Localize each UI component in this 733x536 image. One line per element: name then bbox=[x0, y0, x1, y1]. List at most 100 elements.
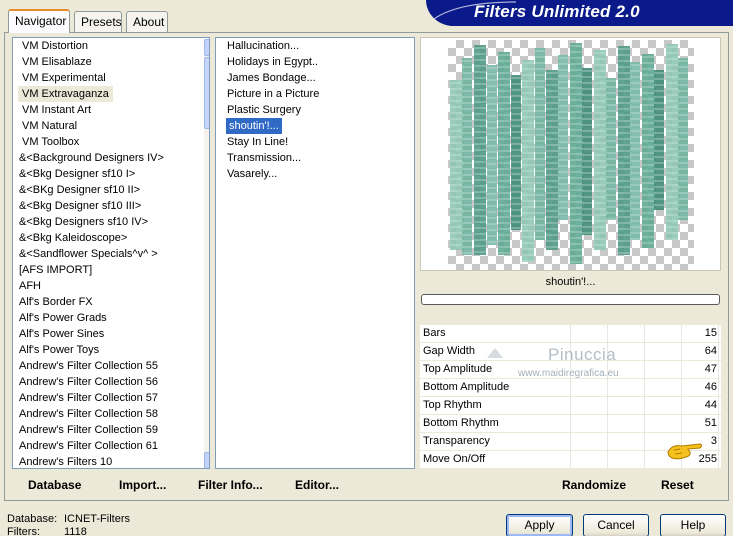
category-item[interactable]: VM Elisablaze bbox=[18, 54, 164, 70]
filter-item[interactable]: shoutin'!... bbox=[226, 118, 282, 134]
progress-bar bbox=[421, 294, 720, 305]
tab-about[interactable]: About bbox=[126, 11, 168, 32]
preview-bar bbox=[558, 55, 568, 220]
param-label: Top Rhythm bbox=[423, 399, 482, 411]
preview-bar bbox=[498, 52, 510, 255]
filters-count-label: Filters: bbox=[7, 526, 40, 536]
filter-item[interactable]: James Bondage... bbox=[226, 70, 319, 86]
pointing-hand-icon bbox=[667, 443, 702, 460]
category-item[interactable]: &<BKg Designer sf10 II> bbox=[18, 182, 164, 198]
category-item[interactable]: VM Instant Art bbox=[18, 102, 164, 118]
param-row[interactable]: Bottom Amplitude 46 bbox=[420, 379, 721, 397]
param-row[interactable]: Bottom Rhythm 51 bbox=[420, 415, 721, 433]
filter-list[interactable]: Hallucination... Holidays in Egypt.. James… bbox=[215, 37, 415, 469]
title-banner: Filters Unlimited 2.0 bbox=[426, 0, 733, 26]
param-value: 3 bbox=[710, 435, 717, 447]
preview-bar bbox=[522, 60, 534, 262]
category-item[interactable]: Alf's Power Sines bbox=[18, 326, 164, 342]
preview-pane bbox=[420, 37, 721, 271]
preview-filter-name: shoutin'!... bbox=[420, 272, 721, 292]
filter-item[interactable]: Transmission... bbox=[226, 150, 319, 166]
scrollbar-thumb[interactable] bbox=[204, 57, 209, 129]
import-button[interactable]: Import... bbox=[119, 477, 166, 493]
filter-item[interactable]: Holidays in Egypt.. bbox=[226, 54, 319, 70]
category-item[interactable]: &<Sandflower Specials^v^ > bbox=[18, 246, 164, 262]
category-item[interactable]: &<Bkg Designers sf10 IV> bbox=[18, 214, 164, 230]
apply-button[interactable]: Apply bbox=[506, 514, 573, 536]
param-slider-track[interactable] bbox=[570, 415, 720, 433]
preview-bar bbox=[535, 48, 545, 240]
tab-presets[interactable]: Presets bbox=[74, 11, 122, 32]
param-value: 47 bbox=[704, 363, 717, 375]
category-list[interactable]: VM Distortion VM Elisablaze VM Experimenta… bbox=[12, 37, 210, 469]
param-row[interactable]: Bars 15 bbox=[420, 325, 721, 343]
preview-bar bbox=[582, 68, 592, 235]
filter-item[interactable]: Stay In Line! bbox=[226, 134, 319, 150]
reset-button[interactable]: Reset bbox=[661, 477, 694, 493]
category-item[interactable]: &<Bkg Designer sf10 I> bbox=[18, 166, 164, 182]
database-value: ICNET-Filters bbox=[64, 513, 130, 525]
param-value: 46 bbox=[704, 381, 717, 393]
randomize-button[interactable]: Randomize bbox=[562, 477, 626, 493]
param-label: Bottom Amplitude bbox=[423, 381, 510, 393]
category-item[interactable]: Andrew's Filter Collection 57 bbox=[18, 390, 164, 406]
category-item[interactable]: Andrew's Filter Collection 61 bbox=[18, 438, 164, 454]
category-item[interactable]: &<Bkg Kaleidoscope> bbox=[18, 230, 164, 246]
param-label: Top Amplitude bbox=[423, 363, 493, 375]
filter-item[interactable]: Hallucination... bbox=[226, 38, 319, 54]
category-item[interactable]: AFH bbox=[18, 278, 164, 294]
category-items: VM Distortion VM Elisablaze VM Experimenta… bbox=[18, 38, 164, 468]
param-label: Gap Width bbox=[423, 345, 475, 357]
filters-count-value: 1118 bbox=[64, 526, 87, 536]
watermark-name: Pinuccia bbox=[548, 345, 617, 364]
param-slider-track[interactable] bbox=[570, 397, 720, 415]
param-slider-track[interactable] bbox=[570, 325, 720, 343]
category-item[interactable]: Andrew's Filter Collection 55 bbox=[18, 358, 164, 374]
editor-button[interactable]: Editor... bbox=[295, 477, 339, 493]
category-item[interactable]: &<Bkg Designer sf10 III> bbox=[18, 198, 164, 214]
preview-bar bbox=[594, 50, 606, 250]
param-row[interactable]: Top Rhythm 44 bbox=[420, 397, 721, 415]
filter-item[interactable]: Picture in a Picture bbox=[226, 86, 319, 102]
param-label: Bars bbox=[423, 327, 446, 339]
category-item[interactable]: Alf's Power Toys bbox=[18, 342, 164, 358]
preview-bar bbox=[666, 44, 678, 240]
scroll-down-arrow-icon[interactable]: ▼ bbox=[204, 452, 209, 468]
category-item[interactable]: Andrew's Filter Collection 59 bbox=[18, 422, 164, 438]
database-button[interactable]: Database bbox=[28, 477, 81, 493]
category-item[interactable]: Andrew's Filter Collection 56 bbox=[18, 374, 164, 390]
param-value: 44 bbox=[704, 399, 717, 411]
filter-item[interactable]: Vasarely... bbox=[226, 166, 319, 182]
app-title: Filters Unlimited 2.0 bbox=[474, 2, 640, 21]
param-value: 64 bbox=[704, 345, 717, 357]
category-item[interactable]: VM Natural bbox=[18, 118, 164, 134]
tab-navigator[interactable]: Navigator bbox=[8, 9, 70, 33]
param-label: Move On/Off bbox=[423, 453, 486, 465]
category-item[interactable]: Andrew's Filter Collection 58 bbox=[18, 406, 164, 422]
category-item[interactable]: [AFS IMPORT] bbox=[18, 262, 164, 278]
category-scrollbar[interactable]: ▲ ▼ bbox=[204, 39, 209, 468]
cancel-button[interactable]: Cancel bbox=[583, 514, 649, 536]
preview-image bbox=[450, 43, 688, 264]
category-item[interactable]: &<Background Designers IV> bbox=[18, 150, 164, 166]
scroll-up-arrow-icon[interactable]: ▲ bbox=[204, 39, 209, 56]
param-label: Transparency bbox=[423, 435, 490, 447]
database-label: Database: bbox=[7, 513, 58, 525]
category-item[interactable]: Alf's Power Grads bbox=[18, 310, 164, 326]
filter-items: Hallucination... Holidays in Egypt.. James… bbox=[226, 38, 319, 182]
param-value: 51 bbox=[704, 417, 717, 429]
category-item[interactable]: Andrew's Filters 10 bbox=[18, 454, 164, 468]
preview-bar bbox=[511, 75, 521, 230]
param-slider-track[interactable] bbox=[570, 379, 720, 397]
filter-item[interactable]: Plastic Surgery bbox=[226, 102, 319, 118]
param-value: 15 bbox=[704, 327, 717, 339]
help-button[interactable]: Help bbox=[660, 514, 726, 536]
preview-bar bbox=[450, 80, 462, 250]
category-item[interactable]: Alf's Border FX bbox=[18, 294, 164, 310]
category-item[interactable]: VM Toolbox bbox=[18, 134, 164, 150]
category-item[interactable]: VM Extravaganza bbox=[18, 86, 113, 102]
watermark-triangle bbox=[487, 348, 503, 358]
filter-info-button[interactable]: Filter Info... bbox=[198, 477, 263, 493]
category-item[interactable]: VM Distortion bbox=[18, 38, 164, 54]
category-item[interactable]: VM Experimental bbox=[18, 70, 164, 86]
